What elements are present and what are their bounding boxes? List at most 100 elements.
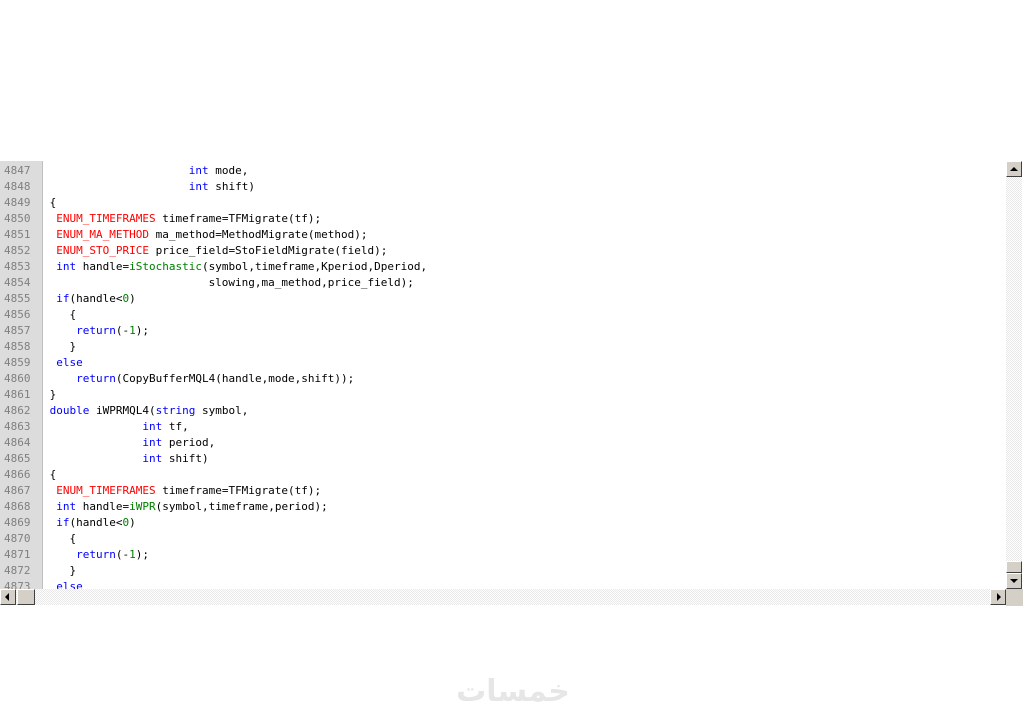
code-token-kw: string [155, 404, 196, 417]
code-line[interactable]: } [43, 339, 76, 355]
code-area[interactable]: int mode, int shift) { ENUM_TIMEFRAMES t… [43, 161, 1005, 589]
code-line[interactable]: ENUM_STO_PRICE price_field=StoFieldMigra… [43, 243, 387, 259]
code-line[interactable]: int mode, [43, 163, 249, 179]
code-token: ) [129, 292, 136, 305]
code-line[interactable]: ENUM_MA_METHOD ma_method=MethodMigrate(m… [43, 227, 368, 243]
code-line[interactable]: else [43, 579, 83, 589]
code-line[interactable]: if(handle<0) [43, 291, 136, 307]
code-editor[interactable]: 4847 4848 4849 4850 4851 4852 4853 4854 4855 4856… [0, 161, 1023, 606]
code-line[interactable]: int shift) [43, 451, 208, 467]
code-line[interactable]: int tf, [43, 419, 188, 435]
code-token: ); [135, 548, 149, 561]
code-token-kw: return [76, 548, 116, 561]
code-token-kw: int [56, 500, 77, 513]
code-line[interactable]: return(CopyBufferMQL4(handle,mode,shift)… [43, 371, 354, 387]
code-token-kw: if [56, 292, 70, 305]
code-line[interactable]: } [43, 563, 76, 579]
code-token: { [43, 308, 77, 321]
code-token: timeframe=TFMigrate(tf); [155, 484, 322, 497]
code-line[interactable]: } [43, 387, 57, 403]
code-token-ty: ENUM_TIMEFRAMES [56, 212, 156, 225]
code-line[interactable]: { [43, 195, 57, 211]
code-token-kw: if [56, 516, 70, 529]
code-token-kw: int [56, 260, 77, 273]
code-token: symbol, [195, 404, 249, 417]
code-line[interactable]: int handle=iStochastic(symbol,timeframe,… [43, 259, 427, 275]
code-line[interactable]: return(-1); [43, 547, 149, 563]
code-token: shift) [208, 180, 255, 193]
line-number: 4867 [4, 484, 31, 497]
scroll-right-button[interactable] [990, 589, 1006, 605]
code-token: (CopyBufferMQL4(handle,mode,shift)); [115, 372, 355, 385]
code-token: (handle< [69, 292, 123, 305]
code-token: ) [129, 516, 136, 529]
line-number: 4863 [4, 420, 31, 433]
code-line[interactable]: ENUM_TIMEFRAMES timeframe=TFMigrate(tf); [43, 483, 321, 499]
code-token: handle= [76, 260, 130, 273]
line-number: 4872 [4, 564, 31, 577]
code-line[interactable]: int shift) [43, 179, 255, 195]
code-line[interactable]: ENUM_TIMEFRAMES timeframe=TFMigrate(tf); [43, 211, 321, 227]
line-number: 4850 [4, 212, 31, 225]
vertical-scroll-thumb[interactable] [1006, 561, 1022, 573]
horizontal-scrollbar[interactable] [0, 589, 1006, 605]
code-line[interactable]: { [43, 307, 76, 323]
code-token: ); [135, 324, 149, 337]
triangle-left-icon [5, 593, 9, 601]
scroll-left-button[interactable] [0, 589, 16, 605]
line-number: 4849 [4, 196, 31, 209]
code-token: price_field=StoFieldMigrate(field); [148, 244, 388, 257]
code-token-kw: double [49, 404, 90, 417]
code-line[interactable]: if(handle<0) [43, 515, 136, 531]
code-token: { [43, 468, 57, 481]
code-token-kw: return [76, 372, 116, 385]
horizontal-scroll-thumb[interactable] [17, 589, 35, 605]
code-line[interactable]: slowing,ma_method,price_field); [43, 275, 414, 291]
scroll-up-button[interactable] [1006, 161, 1022, 177]
code-token-kw: int [142, 452, 163, 465]
code-line[interactable]: double iWPRMQL4(string symbol, [43, 403, 249, 419]
line-number: 4861 [4, 388, 31, 401]
code-token-kw: int [142, 420, 163, 433]
code-line[interactable]: int period, [43, 435, 215, 451]
line-number: 4854 [4, 276, 31, 289]
code-line[interactable]: else [43, 355, 83, 371]
code-line[interactable]: { [43, 467, 57, 483]
line-number: 4857 [4, 324, 31, 337]
code-token: { [43, 196, 57, 209]
code-line[interactable]: return(-1); [43, 323, 149, 339]
line-number: 4869 [4, 516, 31, 529]
vertical-scrollbar[interactable] [1006, 161, 1022, 589]
code-token: } [43, 388, 57, 401]
code-line[interactable]: int handle=iWPR(symbol,timeframe,period)… [43, 499, 328, 515]
line-number: 4868 [4, 500, 31, 513]
line-number: 4852 [4, 244, 31, 257]
code-token-kw: int [188, 164, 209, 177]
line-number: 4848 [4, 180, 31, 193]
line-number: 4865 [4, 452, 31, 465]
line-number: 4856 [4, 308, 31, 321]
code-token-ty: ENUM_STO_PRICE [56, 244, 149, 257]
scroll-down-button[interactable] [1006, 573, 1022, 589]
code-token-ty: ENUM_TIMEFRAMES [56, 484, 156, 497]
code-token: ma_method=MethodMigrate(method); [148, 228, 368, 241]
code-token: { [43, 532, 77, 545]
line-number: 4847 [4, 164, 31, 177]
watermark-logo: خمسات [456, 674, 570, 709]
code-token: } [43, 340, 77, 353]
code-line[interactable]: { [43, 531, 76, 547]
code-token: iWPRMQL4( [89, 404, 156, 417]
